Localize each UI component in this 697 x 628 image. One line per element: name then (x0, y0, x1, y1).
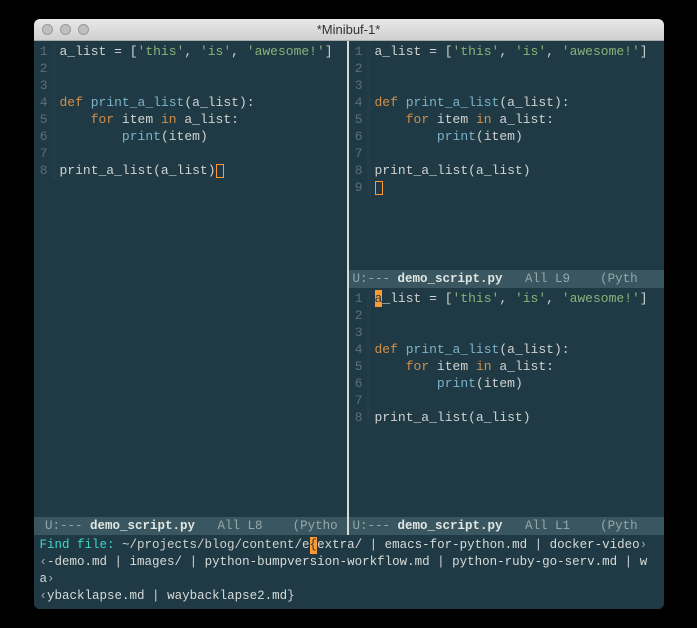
code-line: 2 (349, 60, 664, 77)
continuation-left-icon: ‹ (40, 555, 48, 569)
code-line: 3 (349, 324, 664, 341)
completion-item[interactable]: python-bumpversion-workflow.md (205, 555, 430, 569)
code-line: 6 print(item) (349, 128, 664, 145)
code-line: 5 for item in a_list: (34, 111, 347, 128)
minibuffer-prompt: Find file: (40, 538, 123, 552)
cursor-icon (375, 181, 383, 195)
window-title: *Minibuf-1* (34, 22, 664, 37)
code-line: 4def print_a_list(a_list): (349, 94, 664, 111)
code-line: 1a_list = ['this', 'is', 'awesome!'] (34, 43, 347, 60)
modeline-left[interactable]: U:--- demo_script.py All L8 (Pytho (34, 517, 347, 535)
code-line: 6 print(item) (34, 128, 347, 145)
minibuffer[interactable]: Find file: ~/projects/blog/content/e{ext… (34, 535, 664, 609)
code-line: 4def print_a_list(a_list): (34, 94, 347, 111)
code-lines[interactable]: 1a_list = ['this', 'is', 'awesome!'] 2 3… (349, 41, 664, 270)
continuation-right-icon: › (47, 572, 55, 586)
completion-item[interactable]: extra/ (317, 538, 362, 552)
line-number: 8 (34, 162, 52, 179)
split-container: 1a_list = ['this', 'is', 'awesome!'] 2 3… (34, 41, 664, 535)
line-number: 2 (34, 60, 52, 77)
pane-right-bottom[interactable]: 1a_list = ['this', 'is', 'awesome!'] 2 3… (349, 288, 664, 535)
code-line: 3 (349, 77, 664, 94)
code-line: 1a_list = ['this', 'is', 'awesome!'] (349, 290, 664, 307)
code-line: 5 for item in a_list: (349, 111, 664, 128)
code-line: 1a_list = ['this', 'is', 'awesome!'] (349, 43, 664, 60)
code-lines[interactable]: 1a_list = ['this', 'is', 'awesome!'] 2 3… (34, 41, 347, 517)
code-line: 6 print(item) (349, 375, 664, 392)
buffer-right-bottom[interactable]: 1a_list = ['this', 'is', 'awesome!'] 2 3… (349, 288, 664, 517)
cursor-icon (216, 164, 224, 178)
pane-right-top[interactable]: 1a_list = ['this', 'is', 'awesome!'] 2 3… (349, 41, 664, 288)
code-line: 7 (349, 392, 664, 409)
completion-item[interactable]: images/ (130, 555, 183, 569)
code-lines[interactable]: 1a_list = ['this', 'is', 'awesome!'] 2 3… (349, 288, 664, 517)
code-line: 7 (34, 145, 347, 162)
line-number: 5 (34, 111, 52, 128)
completion-item[interactable]: docker-video (550, 538, 640, 552)
continuation-right-icon: › (640, 538, 648, 552)
line-number: 1 (34, 43, 52, 60)
code-line: 8print_a_list(a_list) (349, 162, 664, 179)
continuation-left-icon: ‹ (40, 589, 48, 603)
code-line: 8print_a_list(a_list) (349, 409, 664, 426)
completion-item[interactable]: -demo.md (47, 555, 107, 569)
completion-item[interactable]: ybacklapse.md (47, 589, 145, 603)
titlebar[interactable]: *Minibuf-1* (34, 19, 664, 41)
code-line: 5 for item in a_list: (349, 358, 664, 375)
line-number: 4 (34, 94, 52, 111)
buffer-right-top[interactable]: 1a_list = ['this', 'is', 'awesome!'] 2 3… (349, 41, 664, 270)
app-window: *Minibuf-1* 1a_list = ['this', 'is', 'aw… (34, 19, 664, 609)
completion-item[interactable]: waybacklapse2.md (167, 589, 287, 603)
code-line: 7 (349, 145, 664, 162)
line-number: 6 (34, 128, 52, 145)
editor-frame: 1a_list = ['this', 'is', 'awesome!'] 2 3… (34, 41, 664, 609)
completion-item[interactable]: emacs-for-python.md (385, 538, 528, 552)
line-number: 7 (34, 145, 52, 162)
code-line: 3 (34, 77, 347, 94)
pane-right: 1a_list = ['this', 'is', 'awesome!'] 2 3… (349, 41, 664, 535)
code-line: 4def print_a_list(a_list): (349, 341, 664, 358)
code-line: 9 (349, 179, 664, 196)
code-line: 8print_a_list(a_list) (34, 162, 347, 179)
code-line: 2 (34, 60, 347, 77)
modeline-right-bottom[interactable]: U:--- demo_script.py All L1 (Pyth (349, 517, 664, 535)
line-number: 3 (34, 77, 52, 94)
code-line: 2 (349, 307, 664, 324)
buffer-left[interactable]: 1a_list = ['this', 'is', 'awesome!'] 2 3… (34, 41, 347, 517)
cursor-icon: { (310, 537, 318, 554)
pane-left[interactable]: 1a_list = ['this', 'is', 'awesome!'] 2 3… (34, 41, 349, 535)
completion-item[interactable]: python-ruby-go-serv.md (452, 555, 617, 569)
minibuffer-path: ~/projects/blog/content/e (122, 538, 310, 552)
modeline-right-top[interactable]: U:--- demo_script.py All L9 (Pyth (349, 270, 664, 288)
